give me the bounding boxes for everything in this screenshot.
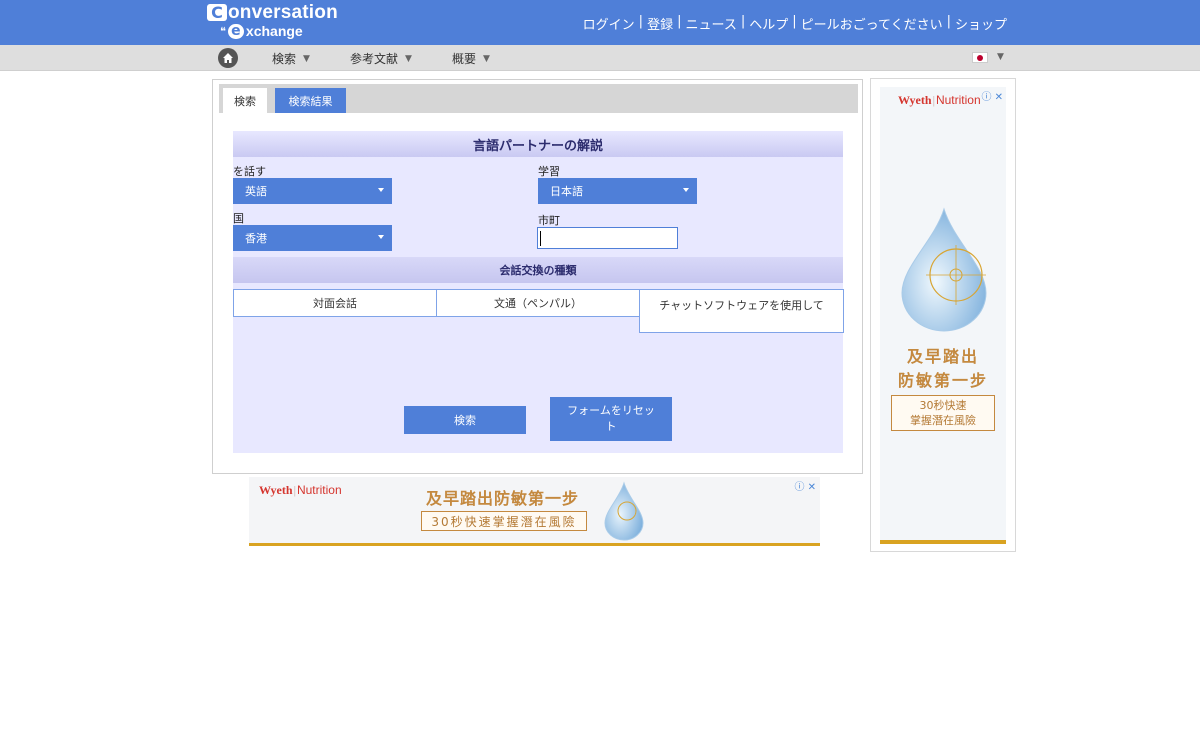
ad-brand-name: Wyeth — [259, 483, 293, 497]
side-ad-headline-2: 防敏第一步 — [897, 371, 988, 390]
water-drop-icon — [599, 481, 649, 545]
nav-about-menu[interactable]: 概要 ▼ — [452, 50, 490, 67]
side-ad[interactable]: Wyeth|Nutrition ⓘ ✕ 及早踏出 防敏第一步 30秒快速 掌握潛… — [880, 87, 1006, 544]
shop-link[interactable]: ショップ — [955, 14, 1007, 33]
speaks-label: を話す — [233, 165, 266, 178]
tab-bar: 検索 検索結果 — [219, 84, 858, 113]
separator: | — [946, 14, 951, 29]
ad-brand-sub: Nutrition — [296, 483, 342, 497]
header-links: ログイン | 登録 | ニュース | ヘルプ | ピールおごってください | シ… — [583, 14, 1007, 33]
side-water-drop-icon — [894, 205, 994, 339]
search-button[interactable]: 検索 — [404, 406, 526, 434]
city-label: 市町 — [538, 214, 560, 227]
nav-bar: 検索 ▼ 参考文献 ▼ 概要 ▼ ▼ — [0, 45, 1200, 71]
logo-word-exchange: xchange — [245, 23, 303, 39]
country-select-value: 香港 — [245, 232, 267, 245]
side-ad-info-close-icon[interactable]: ⓘ ✕ — [981, 88, 1003, 103]
nav-search-menu[interactable]: 検索 ▼ — [272, 50, 310, 67]
reset-form-button[interactable]: フォームをリセット — [550, 397, 672, 441]
side-ad-cta-line-2: 掌握潛在風險 — [910, 414, 976, 427]
country-select[interactable]: 香港 — [233, 225, 392, 251]
register-link[interactable]: 登録 — [647, 14, 673, 33]
help-link[interactable]: ヘルプ — [749, 14, 788, 33]
speaks-select-value: 英語 — [245, 185, 267, 198]
speaks-select[interactable]: 英語 — [233, 178, 392, 204]
news-link[interactable]: ニュース — [685, 14, 736, 33]
ad-cta-box[interactable]: 30秒快速掌握潛在風險 — [421, 511, 587, 531]
country-label: 国 — [233, 212, 244, 225]
nav-references-menu[interactable]: 参考文献 ▼ — [350, 50, 412, 67]
japan-flag-icon[interactable] — [972, 52, 988, 63]
side-ad-accent-bar — [880, 540, 1006, 544]
side-ad-cta-line-1: 30秒快速 — [919, 399, 967, 412]
logo-word-conversation: onversation — [228, 2, 338, 23]
ad-info-close-icon[interactable]: ⓘ ✕ — [794, 478, 816, 493]
search-panel: 検索 検索結果 言語パートナーの解説 を話す 英語 学習 日本語 国 香港 市町… — [212, 79, 863, 474]
login-link[interactable]: ログイン — [583, 14, 635, 33]
caret-down-icon: ▼ — [405, 53, 412, 64]
ad-brand-logo: Wyeth|Nutrition — [259, 483, 342, 497]
separator: | — [677, 14, 682, 29]
learning-label: 学習 — [538, 165, 560, 178]
city-input[interactable] — [537, 227, 678, 249]
logo-e-mark: e — [227, 23, 244, 39]
home-icon[interactable] — [218, 48, 238, 68]
tab-search-results[interactable]: 検索結果 — [275, 88, 346, 113]
learning-select[interactable]: 日本語 — [538, 178, 697, 204]
nav-search-label: 検索 — [272, 52, 297, 66]
option-face-to-face[interactable]: 対面会話 — [233, 289, 437, 317]
option-chat-software[interactable]: チャットソフトウェアを使用して — [639, 289, 844, 333]
ad-accent-bar — [249, 543, 820, 546]
banner-ad[interactable]: Wyeth|Nutrition 及早踏出防敏第一步 30秒快速掌握潛在風險 ⓘ … — [249, 477, 820, 546]
exchange-type-title: 会話交換の種類 — [233, 257, 843, 283]
tab-search[interactable]: 検索 — [223, 88, 267, 113]
option-pen-pal[interactable]: 文通（ペンパル） — [436, 289, 640, 317]
side-ad-brand-logo: Wyeth|Nutrition — [898, 93, 981, 107]
side-ad-container: Wyeth|Nutrition ⓘ ✕ 及早踏出 防敏第一步 30秒快速 掌握潛… — [870, 78, 1016, 552]
form-title: 言語パートナーの解説 — [233, 131, 843, 157]
ad-headline: 及早踏出防敏第一步 — [426, 489, 580, 508]
separator: | — [740, 14, 746, 29]
nav-about-label: 概要 — [452, 52, 477, 66]
text-cursor — [540, 231, 541, 246]
separator: | — [792, 14, 797, 29]
top-header: C onversation ❝ e xchange ログイン | 登録 | ニュ… — [0, 0, 1200, 45]
donate-link[interactable]: ピールおごってください — [801, 14, 943, 33]
side-ad-brand-name: Wyeth — [898, 93, 932, 107]
language-caret-down-icon[interactable]: ▼ — [997, 52, 1004, 62]
dropdown-arrow-icon — [378, 235, 384, 239]
caret-down-icon: ▼ — [483, 53, 490, 64]
side-ad-brand-sub: Nutrition — [935, 93, 981, 107]
side-ad-cta-box[interactable]: 30秒快速 掌握潛在風險 — [891, 395, 995, 431]
side-ad-headline-1: 及早踏出 — [906, 347, 979, 366]
learning-select-value: 日本語 — [550, 185, 583, 198]
chat-bubbles-icon: ❝ — [220, 24, 226, 38]
logo-c-mark: C — [207, 3, 227, 22]
nav-references-label: 参考文献 — [350, 52, 399, 66]
caret-down-icon: ▼ — [303, 53, 310, 64]
partner-search-form: 言語パートナーの解説 を話す 英語 学習 日本語 国 香港 市町 会話交換の種類… — [233, 131, 844, 453]
separator: | — [638, 14, 644, 29]
site-logo[interactable]: C onversation ❝ e xchange — [207, 2, 352, 40]
dropdown-arrow-icon — [378, 188, 384, 192]
dropdown-arrow-icon — [683, 188, 689, 192]
